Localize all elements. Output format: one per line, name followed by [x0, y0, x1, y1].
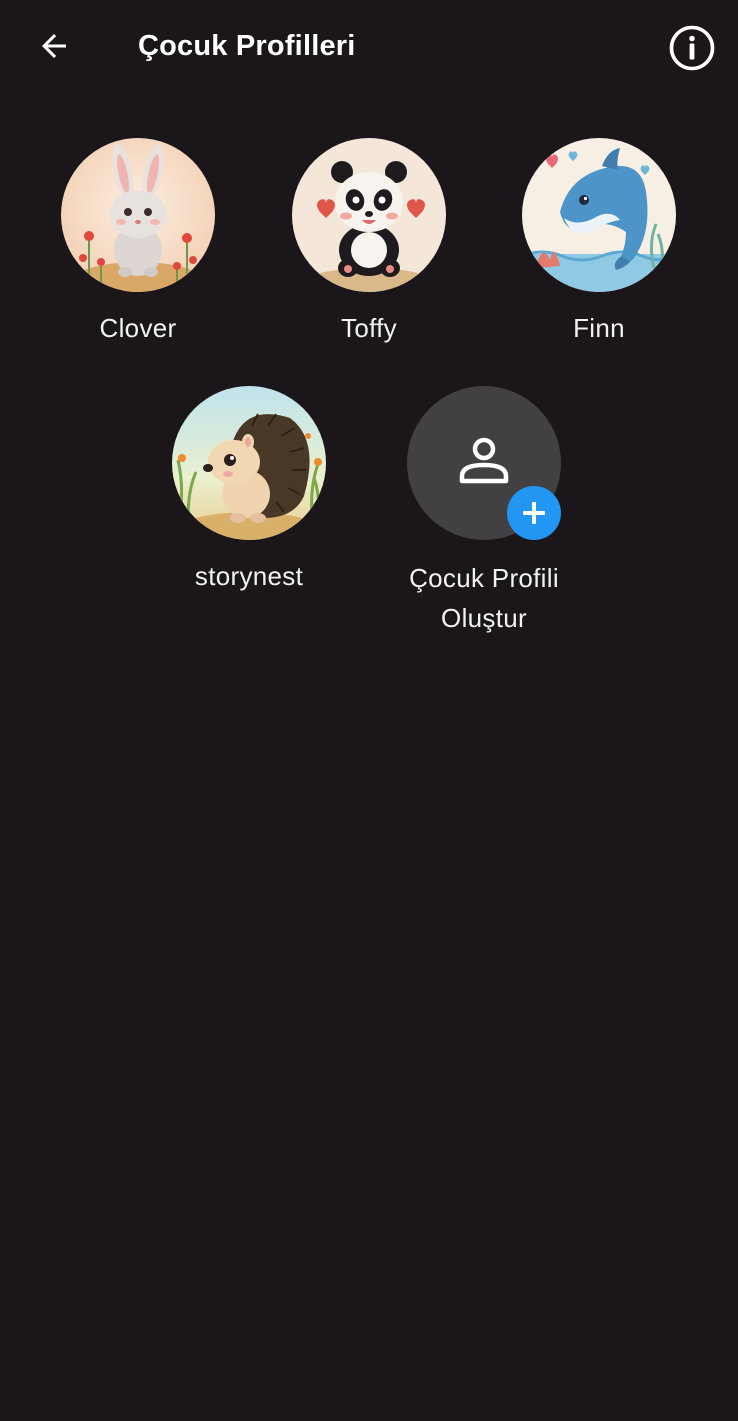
- plus-icon: [523, 502, 545, 524]
- profile-card-toffy[interactable]: Toffy: [264, 138, 474, 346]
- profile-card-clover[interactable]: Clover: [33, 138, 243, 346]
- page-title: Çocuk Profilleri: [138, 30, 356, 62]
- profile-name: Toffy: [341, 313, 397, 343]
- create-profile-card[interactable]: Çocuk Profili Oluştur: [374, 386, 594, 638]
- hedgehog-avatar[interactable]: [172, 386, 326, 540]
- dolphin-avatar[interactable]: [522, 138, 676, 292]
- add-badge[interactable]: [507, 486, 561, 540]
- profile-name: Finn: [573, 313, 625, 343]
- info-button[interactable]: [666, 22, 718, 74]
- person-icon: [459, 437, 509, 484]
- info-circle-icon: [669, 25, 715, 71]
- create-profile-label-line2: Oluştur: [441, 603, 527, 633]
- profile-name: Clover: [99, 313, 177, 343]
- create-profile-label-line1: Çocuk Profili: [409, 563, 559, 593]
- panda-avatar[interactable]: [292, 138, 446, 292]
- back-button[interactable]: [30, 24, 78, 68]
- profile-card-storynest[interactable]: storynest: [144, 386, 354, 594]
- create-profile-button[interactable]: [407, 386, 561, 540]
- app-bar: Çocuk Profilleri: [0, 0, 738, 92]
- profile-card-finn[interactable]: Finn: [494, 138, 704, 346]
- bunny-avatar[interactable]: [61, 138, 215, 292]
- arrow-left-icon: [42, 34, 66, 58]
- create-profile-label: Çocuk Profili Oluştur: [374, 558, 594, 638]
- profile-name: storynest: [194, 561, 304, 591]
